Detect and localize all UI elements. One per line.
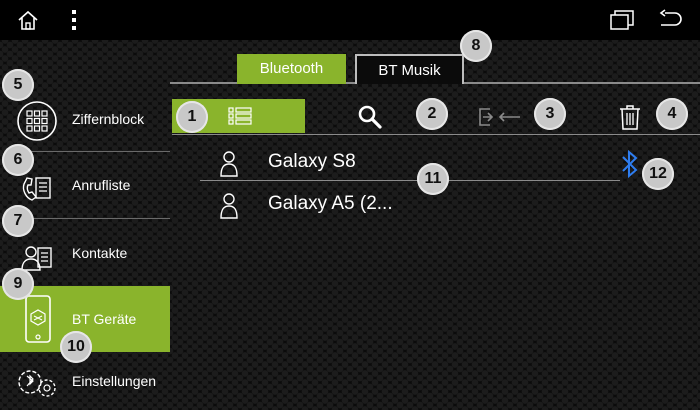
tab-bt-musik[interactable]: BT Musik — [355, 54, 464, 84]
sidebar-item-einstellungen[interactable]: Einstellungen — [0, 352, 170, 409]
callout-badge: 8 — [460, 30, 492, 62]
settings-icon — [14, 364, 60, 410]
device-row[interactable]: Galaxy A5 (2... — [200, 189, 690, 225]
sidebar-item-label: Kontakte — [72, 245, 128, 261]
device-name: Galaxy A5 (2... — [268, 193, 393, 214]
connect-icon — [479, 108, 520, 126]
trash-icon — [620, 105, 640, 130]
person-icon — [218, 192, 240, 220]
callout-badge: 12 — [642, 158, 674, 190]
status-bar — [0, 0, 700, 40]
bluetooth-connected-icon — [620, 149, 640, 184]
list-divider — [200, 180, 620, 181]
device-name: Galaxy S8 — [268, 151, 356, 172]
phone-device-icon — [14, 294, 60, 343]
callout-badge: 10 — [60, 331, 92, 363]
sidebar-item-label: Einstellungen — [72, 372, 157, 389]
recent-apps-icon[interactable] — [607, 6, 637, 34]
search-icon — [358, 105, 382, 129]
callout-badge: 7 — [2, 205, 34, 237]
home-icon[interactable] — [14, 6, 42, 34]
callout-badge: 4 — [656, 98, 688, 130]
delete-button[interactable] — [612, 100, 648, 134]
back-icon[interactable] — [655, 6, 685, 34]
dialpad-icon — [14, 98, 60, 144]
person-icon — [218, 150, 240, 178]
callout-badge: 6 — [2, 144, 34, 176]
more-menu-icon[interactable] — [64, 6, 84, 34]
sidebar-item-label: Anrufliste — [72, 177, 131, 193]
callout-badge: 2 — [416, 98, 448, 130]
sidebar-item-label: Ziffernblock — [72, 111, 145, 127]
tab-bluetooth[interactable]: Bluetooth — [237, 54, 346, 84]
callout-badge: 11 — [417, 163, 449, 195]
callout-badge: 9 — [2, 268, 34, 300]
connect-button[interactable] — [474, 100, 524, 134]
sidebar-divider — [22, 218, 170, 219]
callout-badge: 3 — [534, 98, 566, 130]
search-button[interactable] — [352, 100, 388, 134]
callout-badge: 1 — [176, 101, 208, 133]
list-view-icon — [228, 107, 252, 130]
callout-badge: 5 — [2, 69, 34, 101]
toolbar-divider — [172, 134, 700, 135]
